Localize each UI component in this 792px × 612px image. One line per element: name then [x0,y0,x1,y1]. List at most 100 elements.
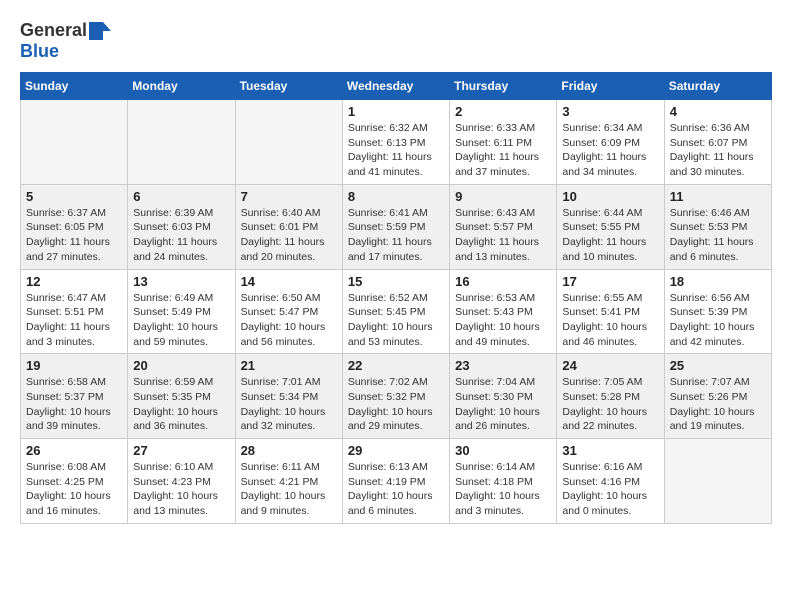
day-header-wednesday: Wednesday [342,73,449,100]
day-info: Sunrise: 6:13 AM Sunset: 4:19 PM Dayligh… [348,460,444,519]
calendar-week-row: 26Sunrise: 6:08 AM Sunset: 4:25 PM Dayli… [21,439,772,524]
calendar-cell: 9Sunrise: 6:43 AM Sunset: 5:57 PM Daylig… [450,184,557,269]
calendar-cell [664,439,771,524]
day-number: 13 [133,274,229,289]
day-info: Sunrise: 7:07 AM Sunset: 5:26 PM Dayligh… [670,375,766,434]
day-number: 8 [348,189,444,204]
day-number: 16 [455,274,551,289]
day-info: Sunrise: 6:50 AM Sunset: 5:47 PM Dayligh… [241,291,337,350]
calendar-cell: 1 Sunrise: 6:32 AM Sunset: 6:13 PM Daylig… [342,100,449,185]
day-number: 25 [670,358,766,373]
calendar-week-row: 19Sunrise: 6:58 AM Sunset: 5:37 PM Dayli… [21,354,772,439]
calendar-cell: 19Sunrise: 6:58 AM Sunset: 5:37 PM Dayli… [21,354,128,439]
day-number: 21 [241,358,337,373]
day-number: 29 [348,443,444,458]
day-number: 12 [26,274,122,289]
calendar-cell: 16Sunrise: 6:53 AM Sunset: 5:43 PM Dayli… [450,269,557,354]
day-info: Sunrise: 6:58 AM Sunset: 5:37 PM Dayligh… [26,375,122,434]
day-number: 15 [348,274,444,289]
calendar-cell: 3 Sunrise: 6:34 AM Sunset: 6:09 PM Daylig… [557,100,664,185]
day-number: 6 [133,189,229,204]
day-info: Sunrise: 6:34 AM Sunset: 6:09 PM Dayligh… [562,121,658,180]
day-info: Sunrise: 6:39 AM Sunset: 6:03 PM Dayligh… [133,206,229,265]
day-header-sunday: Sunday [21,73,128,100]
day-number: 7 [241,189,337,204]
calendar-cell: 21Sunrise: 7:01 AM Sunset: 5:34 PM Dayli… [235,354,342,439]
day-number: 31 [562,443,658,458]
calendar-cell: 24Sunrise: 7:05 AM Sunset: 5:28 PM Dayli… [557,354,664,439]
calendar-week-row: 12 Sunrise: 6:47 AM Sunset: 5:51 PM Dayli… [21,269,772,354]
day-header-thursday: Thursday [450,73,557,100]
day-info: Sunrise: 6:41 AM Sunset: 5:59 PM Dayligh… [348,206,444,265]
calendar-cell: 23 Sunrise: 7:04 AM Sunset: 5:30 PM Dayli… [450,354,557,439]
day-number: 30 [455,443,551,458]
day-info: Sunrise: 6:55 AM Sunset: 5:41 PM Dayligh… [562,291,658,350]
day-header-saturday: Saturday [664,73,771,100]
calendar-cell: 20 Sunrise: 6:59 AM Sunset: 5:35 PM Dayli… [128,354,235,439]
day-number: 14 [241,274,337,289]
calendar-cell [235,100,342,185]
calendar-cell: 27Sunrise: 6:10 AM Sunset: 4:23 PM Dayli… [128,439,235,524]
day-number: 22 [348,358,444,373]
day-header-monday: Monday [128,73,235,100]
calendar-cell: 12 Sunrise: 6:47 AM Sunset: 5:51 PM Dayli… [21,269,128,354]
day-info: Sunrise: 6:52 AM Sunset: 5:45 PM Dayligh… [348,291,444,350]
day-info: Sunrise: 6:47 AM Sunset: 5:51 PM Dayligh… [26,291,122,350]
day-info: Sunrise: 6:49 AM Sunset: 5:49 PM Dayligh… [133,291,229,350]
day-header-friday: Friday [557,73,664,100]
day-info: Sunrise: 7:02 AM Sunset: 5:32 PM Dayligh… [348,375,444,434]
calendar-cell: 11Sunrise: 6:46 AM Sunset: 5:53 PM Dayli… [664,184,771,269]
day-info: Sunrise: 6:32 AM Sunset: 6:13 PM Dayligh… [348,121,444,180]
calendar-cell: 17 Sunrise: 6:55 AM Sunset: 5:41 PM Dayli… [557,269,664,354]
calendar-cell [21,100,128,185]
day-info: Sunrise: 6:37 AM Sunset: 6:05 PM Dayligh… [26,206,122,265]
day-info: Sunrise: 6:10 AM Sunset: 4:23 PM Dayligh… [133,460,229,519]
calendar-cell: 29 Sunrise: 6:13 AM Sunset: 4:19 PM Dayli… [342,439,449,524]
day-info: Sunrise: 7:05 AM Sunset: 5:28 PM Dayligh… [562,375,658,434]
day-info: Sunrise: 6:14 AM Sunset: 4:18 PM Dayligh… [455,460,551,519]
calendar-week-row: 1 Sunrise: 6:32 AM Sunset: 6:13 PM Daylig… [21,100,772,185]
day-header-tuesday: Tuesday [235,73,342,100]
day-number: 5 [26,189,122,204]
calendar-header-row: SundayMondayTuesdayWednesdayThursdayFrid… [21,73,772,100]
calendar-cell: 28 Sunrise: 6:11 AM Sunset: 4:21 PM Dayli… [235,439,342,524]
calendar-cell: 18 Sunrise: 6:56 AM Sunset: 5:39 PM Dayli… [664,269,771,354]
calendar-cell: 13 Sunrise: 6:49 AM Sunset: 5:49 PM Dayli… [128,269,235,354]
day-info: Sunrise: 6:56 AM Sunset: 5:39 PM Dayligh… [670,291,766,350]
calendar-cell: 7 Sunrise: 6:40 AM Sunset: 6:01 PM Daylig… [235,184,342,269]
day-number: 3 [562,104,658,119]
day-info: Sunrise: 6:44 AM Sunset: 5:55 PM Dayligh… [562,206,658,265]
day-info: Sunrise: 6:36 AM Sunset: 6:07 PM Dayligh… [670,121,766,180]
day-number: 2 [455,104,551,119]
day-info: Sunrise: 6:40 AM Sunset: 6:01 PM Dayligh… [241,206,337,265]
calendar-cell: 2 Sunrise: 6:33 AM Sunset: 6:11 PM Daylig… [450,100,557,185]
day-number: 10 [562,189,658,204]
day-info: Sunrise: 6:59 AM Sunset: 5:35 PM Dayligh… [133,375,229,434]
calendar-cell: 31 Sunrise: 6:16 AM Sunset: 4:16 PM Dayli… [557,439,664,524]
calendar-cell: 22 Sunrise: 7:02 AM Sunset: 5:32 PM Dayli… [342,354,449,439]
day-number: 17 [562,274,658,289]
day-number: 20 [133,358,229,373]
page-header: General Blue [20,20,772,62]
logo-icon [89,22,111,40]
logo-general-text: General [20,20,87,41]
calendar-cell: 10 Sunrise: 6:44 AM Sunset: 5:55 PM Dayli… [557,184,664,269]
day-number: 18 [670,274,766,289]
day-info: Sunrise: 6:16 AM Sunset: 4:16 PM Dayligh… [562,460,658,519]
calendar-cell: 6 Sunrise: 6:39 AM Sunset: 6:03 PM Daylig… [128,184,235,269]
calendar-cell: 4Sunrise: 6:36 AM Sunset: 6:07 PM Daylig… [664,100,771,185]
day-number: 9 [455,189,551,204]
calendar-cell: 8 Sunrise: 6:41 AM Sunset: 5:59 PM Daylig… [342,184,449,269]
day-info: Sunrise: 6:46 AM Sunset: 5:53 PM Dayligh… [670,206,766,265]
day-number: 23 [455,358,551,373]
day-info: Sunrise: 7:04 AM Sunset: 5:30 PM Dayligh… [455,375,551,434]
day-info: Sunrise: 6:33 AM Sunset: 6:11 PM Dayligh… [455,121,551,180]
calendar-cell: 30 Sunrise: 6:14 AM Sunset: 4:18 PM Dayli… [450,439,557,524]
day-number: 28 [241,443,337,458]
logo: General Blue [20,20,111,62]
day-info: Sunrise: 6:11 AM Sunset: 4:21 PM Dayligh… [241,460,337,519]
logo-blue-text: Blue [20,41,59,61]
day-number: 1 [348,104,444,119]
day-info: Sunrise: 6:08 AM Sunset: 4:25 PM Dayligh… [26,460,122,519]
calendar-cell: 14 Sunrise: 6:50 AM Sunset: 5:47 PM Dayli… [235,269,342,354]
